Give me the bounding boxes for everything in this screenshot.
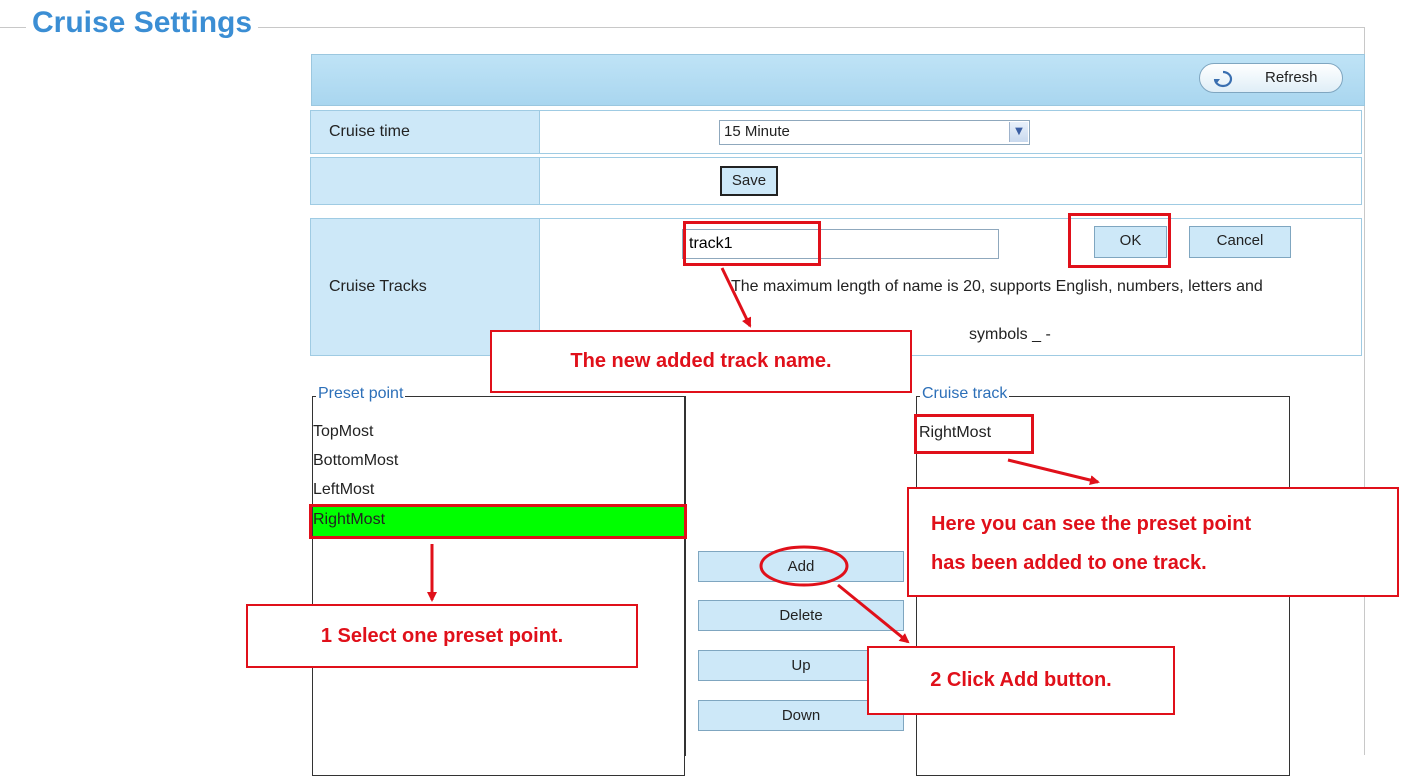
arrow-to-click-add-callout	[837, 583, 910, 644]
callout-click-add: 2 Click Add button.	[867, 646, 1175, 715]
arrow-to-track-name-callout	[720, 267, 752, 328]
callout-track-name: The new added track name.	[490, 330, 912, 393]
arrow-to-added-callout	[1007, 458, 1100, 485]
callout-preset-added: Here you can see the preset point has be…	[907, 487, 1399, 597]
callout-preset-added-line1: Here you can see the preset point	[931, 513, 1252, 535]
callout-preset-added-line2: has been added to one track.	[931, 552, 1207, 574]
callout-select-preset: 1 Select one preset point.	[246, 604, 638, 668]
add-button-circle	[759, 545, 849, 587]
